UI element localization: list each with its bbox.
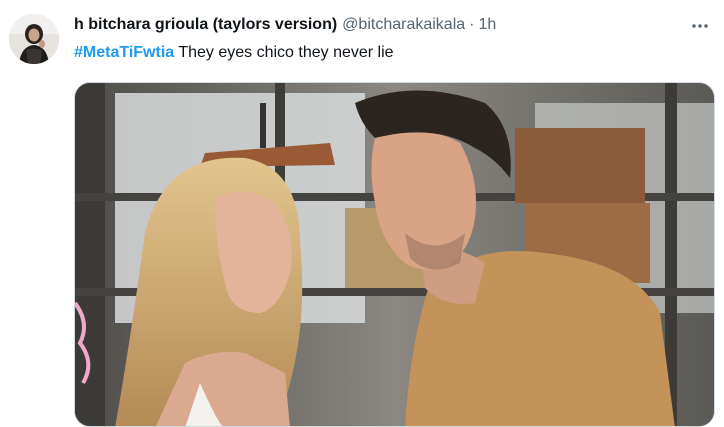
- tweet-text: #MetaTiFwtia They eyes chico they never …: [74, 41, 394, 65]
- more-options-button[interactable]: [684, 10, 716, 42]
- hashtag-link[interactable]: #MetaTiFwtia: [74, 44, 174, 61]
- separator-dot: ·: [469, 16, 475, 33]
- user-handle[interactable]: @bitcharakaikala: [342, 16, 465, 34]
- timestamp[interactable]: 1h: [478, 16, 496, 34]
- tv-still-image: [75, 83, 714, 426]
- tweet-header: h bitchara grioula (taylors version) @bi…: [74, 13, 496, 37]
- tweet[interactable]: h bitchara grioula (taylors version) @bi…: [0, 0, 724, 427]
- user-avatar[interactable]: [9, 14, 59, 64]
- tweet-media-image[interactable]: [74, 82, 715, 427]
- more-options-icon: [692, 24, 708, 28]
- tweet-body: They eyes chico they never lie: [174, 44, 394, 61]
- display-name[interactable]: h bitchara grioula (taylors version): [74, 16, 337, 34]
